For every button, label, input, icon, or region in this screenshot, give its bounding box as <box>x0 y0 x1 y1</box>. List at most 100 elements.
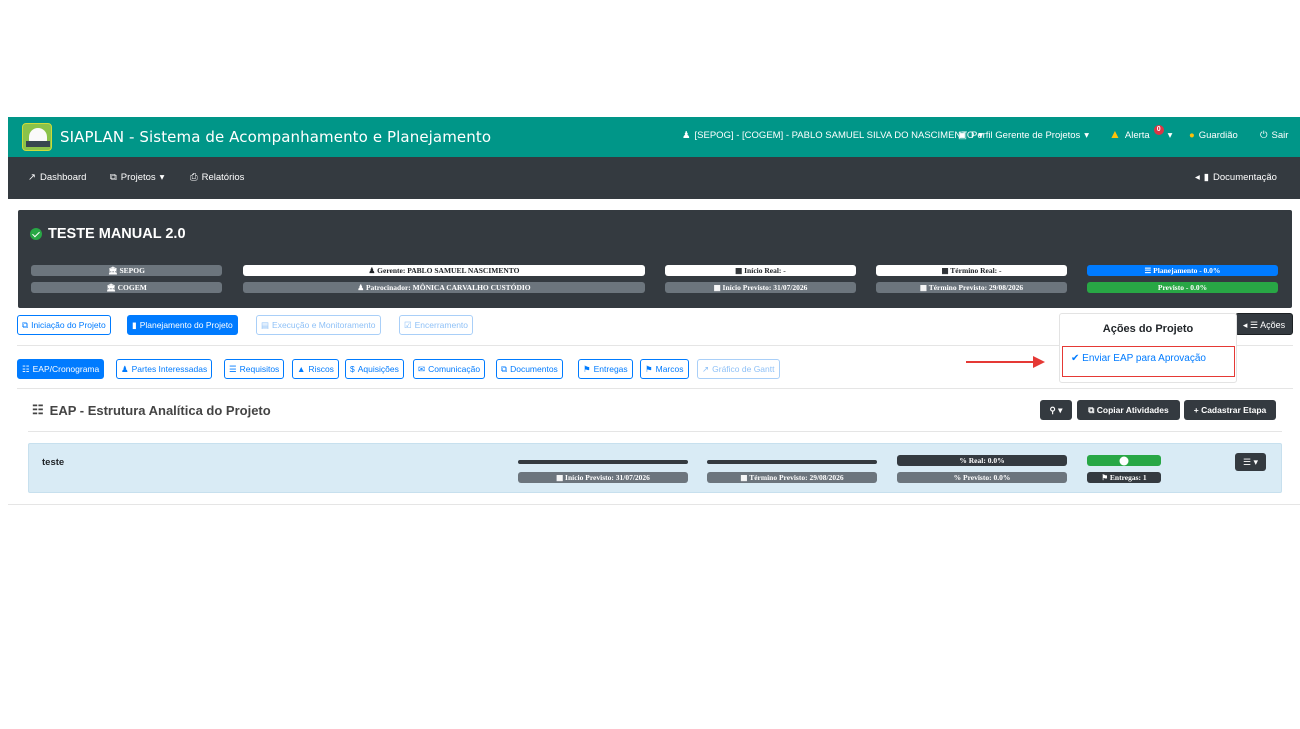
stage-real-pct-badge: % Real: 0.0% <box>897 455 1067 466</box>
divider <box>28 431 1282 432</box>
copy-icon: ⧉ <box>1088 405 1095 415</box>
project-header: TESTE MANUAL 2.0 🏛 SEPOG 🏛 COGEM ♟ Geren… <box>18 210 1292 308</box>
end-real-badge: ▦ Término Real: - <box>876 265 1067 276</box>
planned-status-badge: Previsto - 0.0% <box>1087 282 1278 293</box>
app-title: SIAPLAN - Sistema de Acompanhamento e Pl… <box>60 128 492 146</box>
tab-marcos[interactable]: ⚑ Marcos <box>640 359 689 379</box>
org1-badge: 🏛 SEPOG <box>31 265 222 276</box>
copy-icon: ⧉ <box>22 320 29 330</box>
profile-label: Perfil Gerente de Projetos <box>970 130 1081 141</box>
copy-activities-label: Copiar Atividades <box>1096 405 1169 415</box>
add-stage-button[interactable]: + Cadastrar Etapa <box>1184 400 1276 420</box>
sitemap-icon: ☷ <box>22 364 30 374</box>
copy-activities-button[interactable]: ⧉ Copiar Atividades <box>1077 400 1180 420</box>
caret-left-icon: ◂ <box>1242 320 1248 330</box>
search-dropdown-button[interactable]: ⚲ ▾ <box>1040 400 1072 420</box>
tab-partes-interessadas[interactable]: ♟ Partes Interessadas <box>116 359 213 379</box>
tab-eap-cronograma[interactable]: ☷ EAP/Cronograma <box>17 359 105 379</box>
top-navbar: SIAPLAN - Sistema de Acompanhamento e Pl… <box>8 117 1300 157</box>
tab-label: Planejamento do Projeto <box>139 320 233 330</box>
alert-count-badge: 0 <box>1153 124 1164 135</box>
tab-label: Execução e Monitoramento <box>272 320 376 330</box>
secondary-navbar: ↗ Dashboard ⧉ Projetos ▾ ⎙ Relatórios ◂ … <box>8 157 1300 199</box>
nav-documentation[interactable]: ◂ ▮ Documentação <box>1195 172 1277 183</box>
stage-planned-pct-badge: % Previsto: 0.0% <box>897 472 1067 483</box>
tab-execucao[interactable]: ▤ Execução e Monitoramento <box>256 315 381 335</box>
user-icon: ♟ <box>682 130 691 141</box>
alert-label: Alerta <box>1124 130 1150 141</box>
tab-riscos[interactable]: ▲ Riscos <box>292 359 339 379</box>
tab-aquisicoes[interactable]: $ Aquisições <box>345 359 404 379</box>
stage-end-badge: ▦ Término Previsto: 29/08/2026 <box>707 472 877 483</box>
guardian-label: Guardião <box>1198 130 1238 141</box>
check-square-icon: ☑ <box>404 320 412 330</box>
chevron-down-icon: ▾ <box>1167 130 1173 141</box>
flag-icon: ⚑ <box>645 364 653 374</box>
sponsor-badge: ♟ Patrocinador: MÔNICA CARVALHO CUSTÓDIO <box>243 282 645 293</box>
list-icon: ☰ <box>1249 320 1259 330</box>
project-name: TESTE MANUAL 2.0 <box>48 226 186 242</box>
tab-encerramento[interactable]: ☑ Encerramento <box>399 315 474 335</box>
brand[interactable]: SIAPLAN - Sistema de Acompanhamento e Pl… <box>22 123 491 151</box>
tab-planejamento[interactable]: ▮ Planejamento do Projeto <box>127 315 238 335</box>
eap-title-text: EAP - Estrutura Analítica do Projeto <box>49 402 271 418</box>
nav-projects[interactable]: ⧉ Projetos ▾ <box>110 172 164 183</box>
tab-label: Marcos <box>655 364 684 374</box>
chevron-down-icon: ▾ <box>1058 405 1063 415</box>
actions-button-label: Ações <box>1260 320 1286 330</box>
profile-menu[interactable]: ▣ Perfil Gerente de Projetos ▾ <box>958 130 1089 141</box>
stage-menu-button[interactable]: ☰ ▾ <box>1235 453 1266 471</box>
users-icon: ♟ <box>121 364 129 374</box>
chevron-down-icon: ▾ <box>1084 130 1090 141</box>
tab-label: Comunicação <box>428 364 481 374</box>
eap-section-title: ☷ EAP - Estrutura Analítica do Projeto <box>32 402 271 418</box>
chevron-down-icon: ▾ <box>159 172 165 183</box>
book-icon: ▮ <box>1203 172 1210 183</box>
tag-icon: ⚑ <box>583 364 591 374</box>
check-icon: ✔ <box>1071 353 1080 364</box>
tab-label: Aquisições <box>357 364 399 374</box>
tab-label: Riscos <box>308 364 334 374</box>
actions-button[interactable]: ◂ ☰ Ações <box>1235 313 1293 335</box>
logout-label: Sair <box>1271 130 1289 141</box>
send-eap-approval-item[interactable]: ✔ Enviar EAP para Aprovação <box>1062 346 1235 377</box>
end-progress-bar <box>707 460 877 464</box>
nav-reports[interactable]: ⎙ Relatórios <box>190 172 244 183</box>
divider <box>8 504 1300 505</box>
logout-link[interactable]: ⏻ Sair <box>1260 130 1288 141</box>
stage-card[interactable]: teste ▦ Início Previsto: 31/07/2026 ▦ Té… <box>28 443 1282 493</box>
stage-start-badge: ▦ Início Previsto: 31/07/2026 <box>518 472 688 483</box>
nav-dashboard-label: Dashboard <box>39 172 87 183</box>
bell-icon: ▲ <box>1109 126 1121 141</box>
stage-name: teste <box>42 457 65 468</box>
manager-badge: ♟ Gerente: PABLO SAMUEL NASCIMENTO <box>243 265 645 276</box>
project-title: TESTE MANUAL 2.0 <box>30 226 186 242</box>
start-progress-bar <box>518 460 688 464</box>
dropdown-header: Ações do Projeto <box>1102 323 1194 335</box>
caret-left-icon: ◂ <box>1195 172 1200 183</box>
guardian-link[interactable]: ● Guardião <box>1189 130 1238 141</box>
start-real-badge: ▦ Início Real: - <box>665 265 856 276</box>
tab-label: Entregas <box>593 364 628 374</box>
nav-reports-label: Relatórios <box>201 172 245 183</box>
user-menu[interactable]: ♟ [SEPOG] - [COGEM] - PABLO SAMUEL SILVA… <box>682 130 983 141</box>
stage-deliveries-badge: ⚑ Entregas: 1 <box>1087 472 1161 483</box>
envelope-icon: ✉ <box>418 364 426 374</box>
alert-menu[interactable]: ▲ Alerta 0 ▾ <box>1109 124 1173 141</box>
sitemap-icon: ☷ <box>32 402 44 417</box>
tab-label: EAP/Cronograma <box>32 364 100 374</box>
tab-requisitos[interactable]: ☰ Requisitos <box>224 359 285 379</box>
tab-label: Documentos <box>510 364 558 374</box>
tab-iniciacao[interactable]: ⧉ Iniciação do Projeto <box>17 315 111 335</box>
tab-comunicacao[interactable]: ✉ Comunicação <box>413 359 486 379</box>
print-icon: ⎙ <box>190 172 198 183</box>
bar-chart-icon: ▤ <box>261 320 270 330</box>
start-planned-badge: ▦ Início Previsto: 31/07/2026 <box>665 282 856 293</box>
nav-documentation-label: Documentação <box>1213 172 1277 183</box>
tab-entregas[interactable]: ⚑ Entregas <box>578 359 633 379</box>
nav-dashboard[interactable]: ↗ Dashboard <box>28 172 86 183</box>
tab-gantt[interactable]: ↗ Gráfico de Gantt <box>697 359 780 379</box>
tab-label: Encerramento <box>414 320 469 330</box>
tab-documentos[interactable]: ⧉ Documentos <box>496 359 563 379</box>
nav-projects-label: Projetos <box>120 172 156 183</box>
